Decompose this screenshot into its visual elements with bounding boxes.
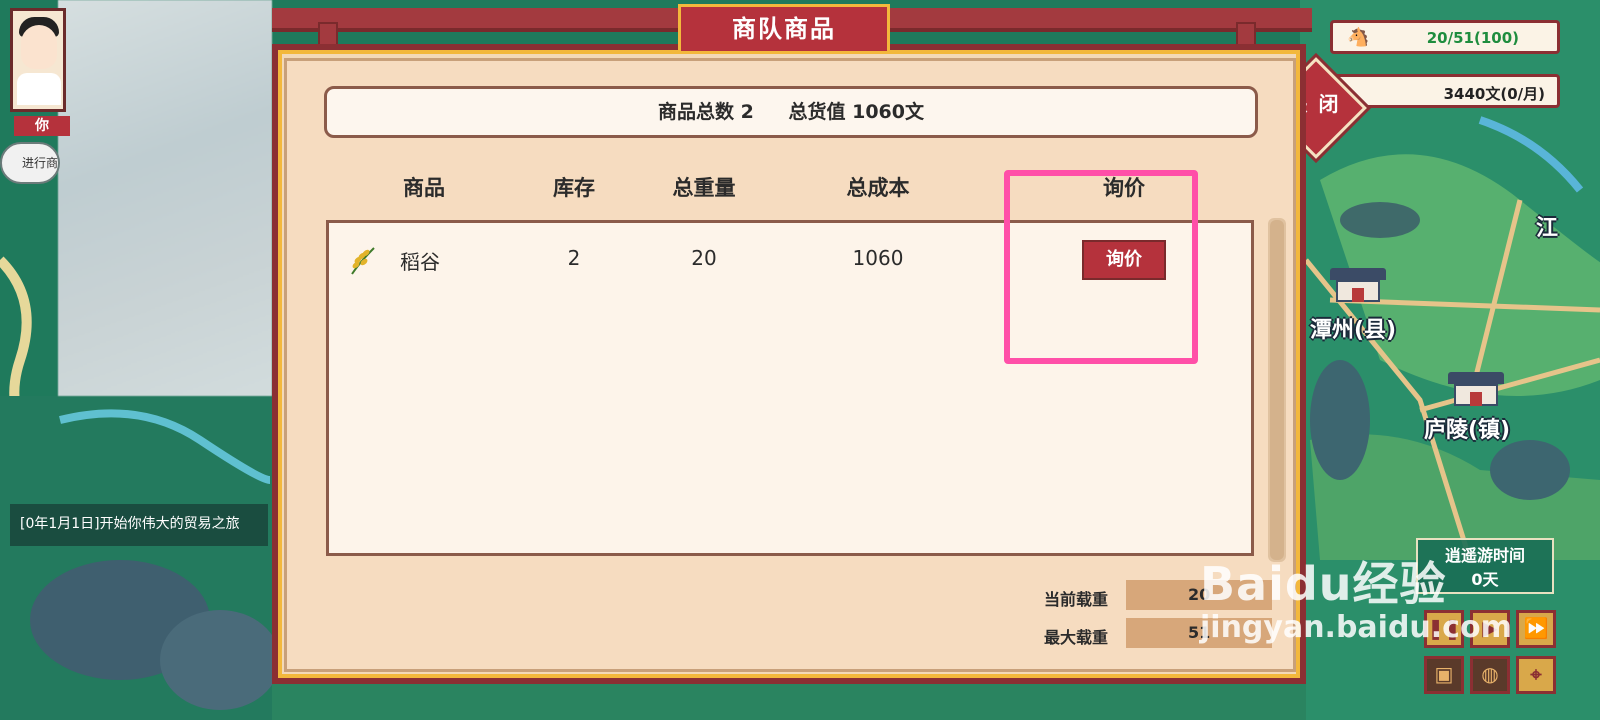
avatar-shirt [17, 73, 61, 105]
goods-count: 商品总数 2 [658, 101, 754, 123]
load-status-bar: 🐴 20/51(100) [1330, 20, 1560, 54]
goods-summary: 商品总数 2 总货值 1060文 [324, 86, 1258, 138]
load-status-value: 20/51(100) [1426, 29, 1519, 47]
current-load-label: 当前载重 [1044, 590, 1109, 609]
blurred-panel [58, 0, 272, 396]
scrollbar-thumb[interactable] [1270, 220, 1284, 560]
column-header-cost: 总成本 [846, 176, 910, 200]
watermark-url: jingyan.baidu.com [1200, 610, 1512, 645]
footprints-icon[interactable]: ◍ [1470, 656, 1510, 694]
map-pin-icon[interactable]: ⌖ [1516, 656, 1556, 694]
fast-forward-button[interactable]: ⏩ [1516, 610, 1556, 648]
row-goods-name: 稻谷 [400, 250, 440, 274]
map-label-jiang[interactable]: 江 [1536, 210, 1558, 242]
goods-total-value: 总货值 1060文 [788, 101, 924, 123]
row-weight: 20 [691, 246, 717, 270]
table-scrollbar[interactable] [1268, 218, 1286, 562]
modal-title: 商队商品 [678, 4, 890, 54]
money-status-value: 3440文(0/月) [1443, 85, 1545, 103]
map-label-luling[interactable]: 庐陵(镇) [1424, 412, 1510, 444]
tanzhou-building-icon[interactable] [1330, 268, 1386, 306]
cube-icon[interactable]: ▣ [1424, 656, 1464, 694]
column-header-stock: 库存 [553, 176, 595, 200]
avatar-name-label: 你 [14, 116, 70, 136]
row-cost: 1060 [852, 246, 904, 270]
avatar-face [21, 25, 57, 69]
money-status-bar: 3440文(0/月) [1330, 74, 1560, 108]
highlight-box [1004, 170, 1198, 364]
cart-icon: 🐴 [1347, 27, 1370, 48]
event-log: [0年1月1日]开始你伟大的贸易之旅 [10, 504, 268, 546]
watermark-brand: Baidu经验 [1200, 557, 1447, 611]
column-header-weight: 总重量 [672, 176, 736, 200]
row-stock: 2 [567, 246, 581, 270]
avatar[interactable] [10, 8, 66, 112]
map-label-tanzhou[interactable]: 潭州(县) [1310, 312, 1396, 344]
column-header-goods: 商品 [403, 176, 445, 200]
max-load-label: 最大载重 [1044, 628, 1109, 647]
caravan-button[interactable]: 进行商 [0, 142, 60, 184]
baidu-watermark: Baidu经验 jingyan.baidu.com [1200, 548, 1512, 645]
luling-building-icon[interactable] [1448, 372, 1504, 410]
